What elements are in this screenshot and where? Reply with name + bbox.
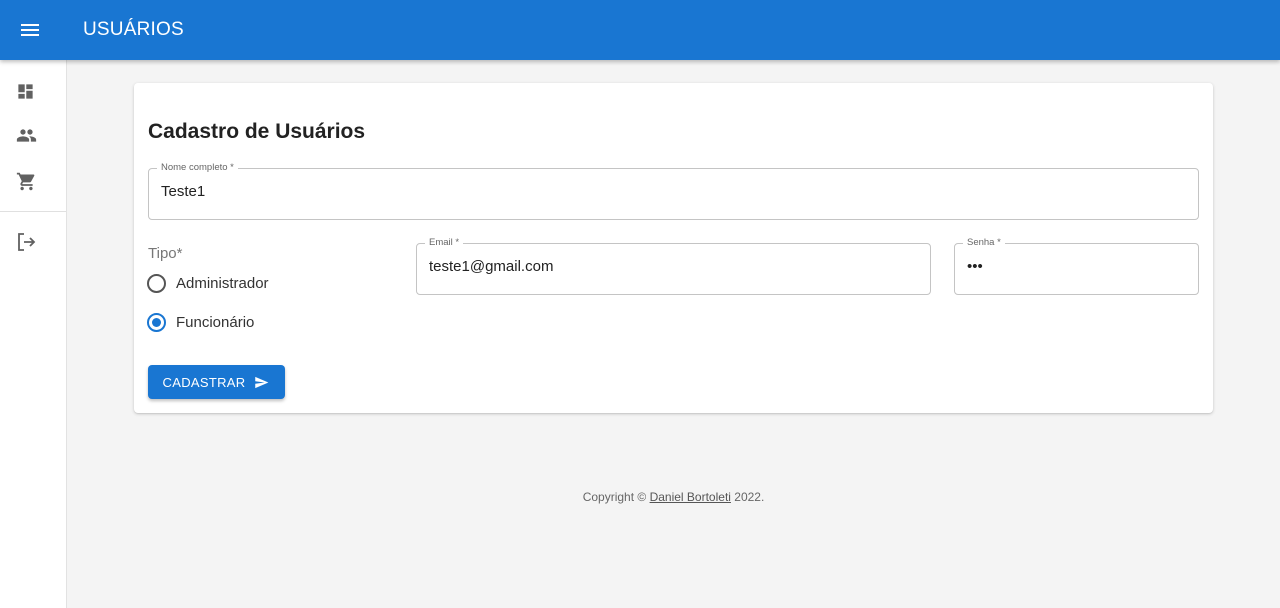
page-title: USUÁRIOS xyxy=(83,19,184,40)
footer: Copyright © Daniel Bortoleti 2022. xyxy=(67,490,1280,504)
author-link[interactable]: Daniel Bortoleti xyxy=(650,490,731,504)
senha-label: Senha * xyxy=(963,237,1005,249)
copyright-suffix: 2022. xyxy=(730,490,765,504)
people-icon xyxy=(16,128,37,142)
menu-button[interactable] xyxy=(14,14,46,46)
side-drawer xyxy=(0,60,67,608)
dashboard-icon xyxy=(18,83,33,99)
sidebar-item-users[interactable] xyxy=(0,115,66,155)
app-bar: USUÁRIOS xyxy=(0,0,1280,60)
nome-completo-field[interactable]: Nome completo * xyxy=(148,162,1199,220)
cart-icon xyxy=(16,172,35,190)
menu-icon xyxy=(21,24,39,36)
sidebar-item-cart[interactable] xyxy=(0,161,66,201)
nome-completo-input[interactable] xyxy=(161,183,1186,200)
tipo-label: Tipo* xyxy=(148,245,183,262)
email-input[interactable] xyxy=(429,258,918,275)
logout-icon xyxy=(18,233,36,251)
radio-administrador-icon[interactable] xyxy=(147,274,166,293)
senha-input[interactable] xyxy=(967,258,1186,275)
radio-funcionario-label: Funcionário xyxy=(176,314,255,331)
send-icon xyxy=(255,376,269,388)
form-title: Cadastro de Usuários xyxy=(148,120,366,143)
radio-administrador[interactable]: Administrador xyxy=(147,274,269,293)
cadastrar-label: CADASTRAR xyxy=(162,374,246,390)
radio-funcionario[interactable]: Funcionário xyxy=(147,313,254,332)
sidebar-item-dashboard[interactable] xyxy=(0,71,66,111)
sidebar-item-logout[interactable] xyxy=(0,222,66,262)
senha-field[interactable]: Senha * xyxy=(954,237,1199,295)
radio-funcionario-icon[interactable] xyxy=(147,313,166,332)
user-form-card: Cadastro de Usuários Nome completo * Tip… xyxy=(134,83,1213,413)
nav-divider xyxy=(0,211,66,212)
email-field[interactable]: Email * xyxy=(416,237,931,295)
cadastrar-button[interactable]: CADASTRAR xyxy=(148,365,285,399)
copyright-prefix: Copyright © xyxy=(582,490,650,504)
nome-completo-label: Nome completo * xyxy=(157,162,238,174)
email-label: Email * xyxy=(425,237,464,249)
radio-administrador-label: Administrador xyxy=(176,275,269,292)
